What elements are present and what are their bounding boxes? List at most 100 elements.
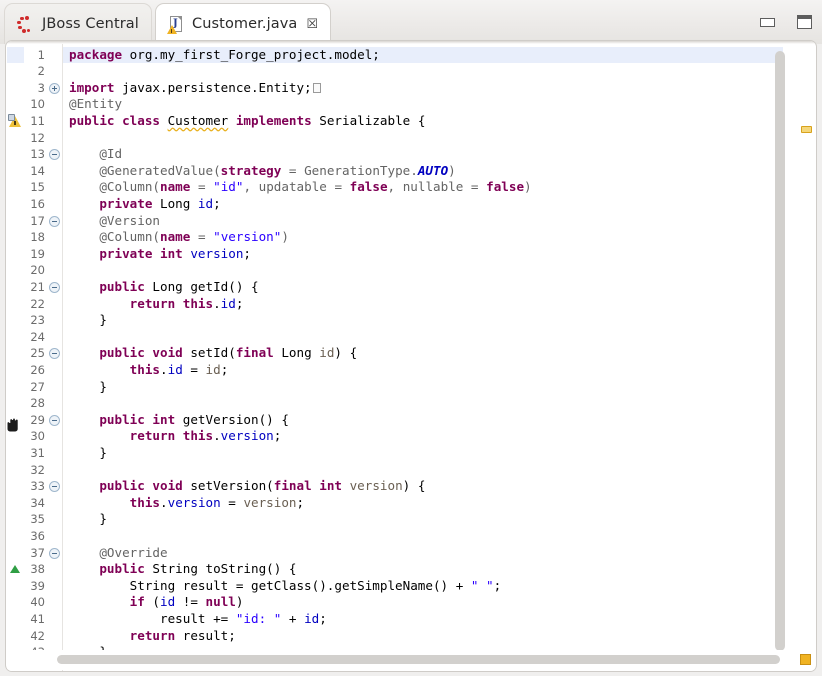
- code-line[interactable]: this.version = version;: [69, 495, 304, 512]
- eclipse-editor-window: JBoss Central J Customer.java ☒ 1 2 3 10 11 1…: [0, 0, 822, 676]
- code-line[interactable]: public Long getId() {: [69, 278, 259, 296]
- code-line[interactable]: public void setId(final Long id) {: [69, 345, 357, 362]
- code-token: =: [190, 179, 214, 195]
- code-token: return: [129, 627, 176, 643]
- code-token: Long getId() {: [144, 278, 259, 294]
- code-line[interactable]: private Long id;: [69, 195, 221, 213]
- java-source-editor[interactable]: 1 2 3 10 11 12 13 14 15 16 17 18 19 20 21 22 23 24 25 26 27 2…: [5, 40, 817, 672]
- code-token: this: [129, 361, 161, 377]
- code-line[interactable]: result += "id: " + id;: [69, 611, 327, 628]
- code-token: !=: [175, 594, 206, 610]
- fold-collapse-icon[interactable]: [49, 547, 60, 559]
- code-line[interactable]: public String toString() {: [69, 561, 296, 578]
- code-token: , nullable =: [387, 179, 487, 195]
- code-token: version: [167, 494, 221, 510]
- code-token: (: [144, 594, 161, 610]
- code-line[interactable]: public class Customer implements Seriali…: [69, 113, 425, 130]
- current-line-highlight-gutter: [7, 46, 24, 64]
- code-token: = GenerationType.: [281, 162, 418, 178]
- tab-jboss-central[interactable]: JBoss Central: [4, 3, 152, 44]
- code-line[interactable]: return result;: [69, 628, 236, 645]
- fold-collapse-icon[interactable]: [49, 414, 60, 426]
- line-number: 35: [30, 512, 45, 527]
- code-token: final int: [273, 478, 342, 494]
- code-line[interactable]: import javax.persistence.Entity;: [69, 80, 321, 97]
- code-token: public: [99, 278, 145, 294]
- line-number: 39: [30, 578, 45, 593]
- warning-marker-icon[interactable]: [8, 113, 22, 128]
- code-line[interactable]: @Column(name = "version"): [69, 229, 289, 246]
- tab-label-customer-java: Customer.java: [192, 16, 298, 32]
- editor-marker-gutter[interactable]: [7, 44, 24, 671]
- code-token: id: [304, 610, 320, 626]
- code-token: public int: [99, 411, 176, 427]
- code-line[interactable]: @Column(name = "id", updatable = false, …: [69, 179, 532, 196]
- collapsed-import-placeholder[interactable]: [312, 82, 321, 93]
- minimize-button[interactable]: [760, 17, 775, 27]
- code-line[interactable]: public void setVersion(final int version…: [69, 478, 425, 495]
- line-number: 19: [30, 246, 45, 261]
- code-token: public class: [69, 112, 168, 128]
- code-token: result +=: [160, 610, 236, 626]
- close-icon[interactable]: ☒: [306, 18, 318, 31]
- code-line[interactable]: @Version: [69, 213, 160, 230]
- horizontal-scrollbar-thumb[interactable]: [57, 655, 780, 664]
- line-number: 3: [37, 80, 45, 95]
- code-token: ;: [243, 245, 252, 261]
- overview-warning-marker[interactable]: [801, 126, 812, 133]
- code-token: .: [160, 494, 168, 510]
- code-line[interactable]: this.id = id;: [69, 361, 229, 379]
- code-token: ): [524, 179, 532, 195]
- editor-folding-gutter[interactable]: [48, 44, 63, 671]
- vertical-scrollbar-track[interactable]: [775, 45, 801, 671]
- code-line[interactable]: private int version;: [69, 246, 251, 263]
- code-line[interactable]: String result = getClass().getSimpleName…: [69, 577, 502, 595]
- code-line[interactable]: @Override: [69, 545, 167, 562]
- tab-customer-java[interactable]: J Customer.java ☒: [155, 3, 332, 44]
- code-line[interactable]: }: [69, 445, 107, 462]
- code-token: id: [160, 594, 176, 610]
- maximize-button[interactable]: [797, 15, 812, 29]
- code-line[interactable]: }: [69, 312, 107, 329]
- fold-collapse-icon[interactable]: [49, 281, 60, 293]
- code-token: return this: [129, 295, 214, 311]
- code-token: id: [167, 361, 183, 377]
- line-number: 14: [30, 163, 45, 178]
- code-token: "id": [213, 179, 244, 195]
- code-line[interactable]: @Id: [69, 146, 122, 163]
- editor-code-area[interactable]: package org.my_first_Forge_project.model…: [63, 44, 783, 671]
- code-token: AUTO: [417, 162, 449, 178]
- code-line[interactable]: @GeneratedValue(strategy = GenerationTyp…: [69, 162, 455, 180]
- fold-collapse-icon[interactable]: [49, 149, 60, 161]
- code-line[interactable]: package org.my_first_Forge_project.model…: [69, 47, 380, 64]
- vertical-scrollbar-thumb[interactable]: [775, 51, 785, 651]
- code-token: " ": [470, 577, 494, 593]
- code-line[interactable]: return this.version;: [69, 428, 282, 445]
- fold-collapse-icon[interactable]: [49, 348, 60, 360]
- code-line[interactable]: public int getVersion() {: [69, 412, 289, 429]
- line-number: 32: [30, 462, 45, 477]
- horizontal-scrollbar-track[interactable]: [7, 650, 815, 670]
- code-line[interactable]: }: [69, 511, 107, 528]
- warning-underlined-token: Customer: [167, 112, 229, 128]
- code-token: ) {: [334, 345, 358, 361]
- fold-collapse-icon[interactable]: [49, 215, 60, 227]
- fold-collapse-icon[interactable]: [49, 481, 60, 493]
- code-token: org.my_first_Forge_project.model;: [122, 46, 380, 62]
- code-token: name: [160, 179, 191, 195]
- code-token: public: [99, 561, 145, 577]
- code-line[interactable]: @Entity: [69, 96, 122, 113]
- code-token: false: [486, 179, 525, 195]
- code-token: id: [197, 195, 214, 211]
- overview-ruler[interactable]: [801, 45, 814, 671]
- code-line[interactable]: }: [69, 379, 107, 396]
- code-token: ;: [213, 195, 221, 211]
- code-line[interactable]: return this.id;: [69, 295, 244, 313]
- code-line[interactable]: if (id != null): [69, 594, 244, 611]
- override-marker-icon[interactable]: [10, 565, 20, 574]
- line-number: 40: [30, 595, 45, 610]
- line-number: 25: [30, 346, 45, 361]
- fold-expand-icon[interactable]: [49, 82, 60, 94]
- code-token: return this: [129, 428, 214, 444]
- code-token: final: [235, 345, 274, 361]
